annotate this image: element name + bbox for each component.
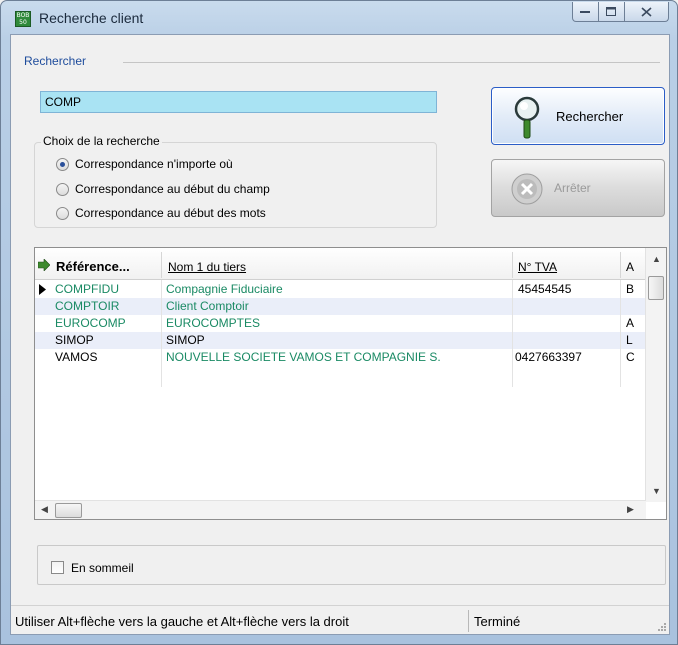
search-input[interactable]: COMP: [40, 91, 437, 113]
column-header-name[interactable]: Nom 1 du tiers: [168, 260, 246, 274]
status-bar: Utiliser Alt+flèche vers la gauche et Al…: [11, 605, 669, 635]
dialog-body: Rechercher COMP Rechercher Arrêter Choix…: [10, 34, 670, 635]
column-gridline: [512, 280, 513, 387]
cell-reference: EUROCOMP: [55, 316, 126, 330]
group-divider: [123, 62, 660, 63]
current-row-indicator-icon: [39, 284, 46, 295]
cell-name: Client Comptoir: [166, 299, 249, 313]
vertical-scrollbar[interactable]: ▲ ▼: [645, 248, 666, 502]
cell-name: NOUVELLE SOCIETE VAMOS ET COMPAGNIE S.: [166, 350, 441, 364]
table-row[interactable]: COMPFIDU Compagnie Fiduciaire 45454545 B: [35, 281, 646, 298]
radio-anywhere[interactable]: Correspondance n'importe où: [56, 157, 233, 171]
scroll-right-icon[interactable]: ▶: [627, 504, 634, 515]
resize-grip-icon[interactable]: [657, 622, 667, 632]
cell-extra: L: [626, 333, 633, 347]
magnifier-icon: [514, 96, 540, 139]
results-grid[interactable]: Référence... Nom 1 du tiers N° TVA A COM…: [34, 247, 667, 520]
cell-reference: VAMOS: [55, 350, 98, 364]
sleeping-checkbox-label[interactable]: En sommeil: [71, 561, 134, 575]
status-divider: [468, 610, 469, 632]
sleeping-checkbox[interactable]: [51, 561, 64, 574]
horizontal-scroll-thumb[interactable]: [55, 503, 82, 518]
app-icon: BOB 50: [15, 11, 31, 27]
minimize-icon: [580, 10, 590, 13]
title-bar[interactable]: BOB 50 Recherche client: [1, 1, 677, 34]
column-gridline: [620, 280, 621, 387]
cell-tva: 45454545: [518, 282, 572, 296]
column-separator[interactable]: [620, 252, 621, 278]
close-icon: [641, 6, 652, 17]
table-row[interactable]: SIMOP SIMOP L: [35, 332, 646, 349]
radio-button[interactable]: [56, 182, 69, 196]
maximize-icon: [606, 6, 616, 16]
close-button[interactable]: [625, 2, 669, 22]
cell-reference: COMPTOIR: [55, 299, 120, 313]
cell-name: EUROCOMPTES: [166, 316, 261, 330]
radio-word-start[interactable]: Correspondance au début des mots: [56, 206, 266, 220]
cell-reference: COMPFIDU: [55, 282, 119, 296]
maximize-button[interactable]: [599, 2, 625, 22]
status-state: Terminé: [474, 614, 521, 629]
search-button[interactable]: Rechercher: [491, 87, 665, 145]
table-row[interactable]: COMPTOIR Client Comptoir: [35, 298, 646, 315]
table-row[interactable]: EUROCOMP EUROCOMPTES A: [35, 315, 646, 332]
cell-tva: 0427663397: [515, 350, 582, 364]
search-group-label: Rechercher: [24, 54, 93, 68]
window-title: Recherche client: [39, 10, 144, 26]
recherche-client-window: BOB 50 Recherche client Rechercher COMP …: [0, 0, 678, 645]
column-separator[interactable]: [512, 252, 513, 278]
search-mode-legend: Choix de la recherche: [41, 134, 162, 148]
grid-header: Référence... Nom 1 du tiers N° TVA A: [35, 248, 646, 280]
column-header-reference[interactable]: Référence...: [56, 259, 130, 274]
cell-extra: A: [626, 316, 635, 330]
cell-name: SIMOP: [166, 333, 205, 347]
radio-field-start-label: Correspondance au début du champ: [75, 182, 270, 196]
radio-anywhere-label: Correspondance n'importe où: [75, 157, 233, 171]
vertical-scroll-thumb[interactable]: [648, 276, 664, 300]
column-gridline: [161, 280, 162, 387]
column-header-a[interactable]: A: [626, 260, 634, 274]
cell-extra: B: [626, 282, 635, 296]
cell-extra: C: [626, 350, 635, 364]
search-button-label: Rechercher: [556, 109, 624, 124]
radio-button-selected[interactable]: [56, 157, 69, 171]
table-row[interactable]: VAMOS NOUVELLE SOCIETE VAMOS ET COMPAGNI…: [35, 349, 646, 366]
stop-icon: [511, 173, 543, 205]
radio-word-start-label: Correspondance au début des mots: [75, 206, 266, 220]
scroll-down-icon[interactable]: ▼: [652, 486, 661, 496]
window-controls: [572, 2, 669, 22]
cell-reference: SIMOP: [55, 333, 94, 347]
radio-button[interactable]: [56, 206, 69, 220]
status-hint: Utiliser Alt+flèche vers la gauche et Al…: [15, 614, 349, 629]
horizontal-scrollbar[interactable]: ◀ ▶: [35, 500, 646, 519]
scroll-left-icon[interactable]: ◀: [41, 504, 48, 515]
stop-button[interactable]: Arrêter: [491, 159, 665, 217]
scroll-up-icon[interactable]: ▲: [652, 254, 661, 264]
arrow-right-icon: [38, 259, 50, 271]
column-header-tva[interactable]: N° TVA: [518, 260, 557, 274]
cell-name: Compagnie Fiduciaire: [166, 282, 283, 296]
column-separator[interactable]: [161, 252, 162, 278]
radio-field-start[interactable]: Correspondance au début du champ: [56, 182, 270, 196]
stop-button-label: Arrêter: [554, 181, 591, 195]
minimize-button[interactable]: [572, 2, 599, 22]
app-icon-text: BOB 50: [16, 12, 30, 26]
